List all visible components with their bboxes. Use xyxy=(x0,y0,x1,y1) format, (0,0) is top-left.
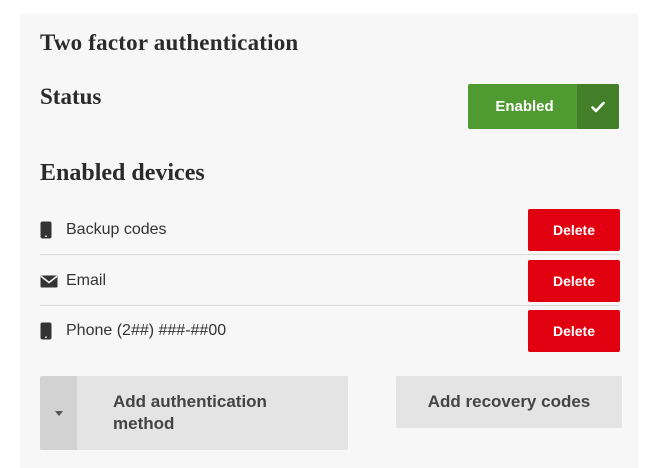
delete-phone-button[interactable]: Delete xyxy=(528,310,620,352)
check-icon xyxy=(577,84,619,129)
add-recovery-codes-button[interactable]: Add recovery codes xyxy=(396,376,622,428)
add-authentication-method-button[interactable]: Add authentication method xyxy=(40,376,348,450)
device-row-phone: Phone (2##) ###-##00 Delete xyxy=(40,306,620,356)
phone-icon xyxy=(40,321,60,341)
device-row-email: Email Delete xyxy=(40,256,620,306)
add-authentication-method-label: Add authentication method xyxy=(113,392,267,433)
status-button-label: Enabled xyxy=(495,98,554,115)
status-label: Status xyxy=(40,84,102,109)
chevron-down-icon[interactable] xyxy=(40,376,77,450)
device-label: Email xyxy=(66,272,107,289)
envelope-icon xyxy=(40,271,60,291)
device-label: Phone (2##) ###-##00 xyxy=(66,322,227,339)
status-enabled-button[interactable]: Enabled xyxy=(468,84,619,129)
delete-email-button[interactable]: Delete xyxy=(528,260,620,302)
enabled-devices-title: Enabled devices xyxy=(40,160,205,186)
device-row-backup-codes: Backup codes Delete xyxy=(40,205,620,255)
delete-backup-codes-button[interactable]: Delete xyxy=(528,209,620,251)
phone-icon xyxy=(40,220,60,240)
page-title: Two factor authentication xyxy=(40,30,299,55)
device-label: Backup codes xyxy=(66,221,167,238)
